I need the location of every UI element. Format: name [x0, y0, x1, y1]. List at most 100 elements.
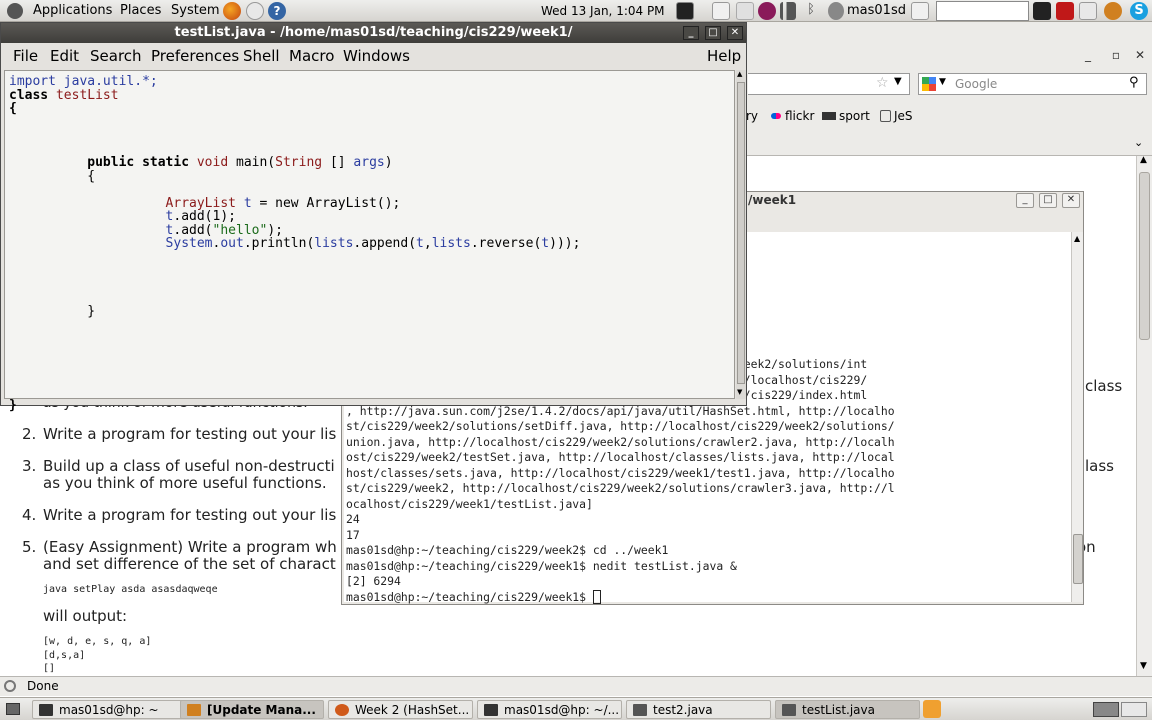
url-dropdown-icon[interactable]: ▼ — [894, 76, 902, 87]
terminal-scrollbar-thumb[interactable] — [1073, 534, 1083, 584]
search-icon[interactable]: ⚲ — [1129, 75, 1139, 90]
bookmark-star-icon[interactable]: ☆ — [876, 75, 889, 91]
scroll-up-icon[interactable]: ▲ — [737, 70, 742, 78]
system-menu[interactable]: System — [171, 3, 219, 18]
task-update-manager[interactable]: [Update Mana... — [180, 700, 324, 719]
item3-text-a: Build up a class of useful non-destructi — [43, 457, 335, 475]
menu-help[interactable]: Help — [707, 47, 741, 65]
terminal-close-icon[interactable]: ✕ — [1062, 193, 1080, 208]
terminal-maximize-icon[interactable]: □ — [1039, 193, 1057, 208]
term-line: st/cis229/week2, http://localhost/cis229… — [346, 481, 895, 495]
menu-macro[interactable]: Macro — [289, 47, 334, 65]
show-desktop-icon[interactable] — [6, 703, 20, 715]
bookmark-item[interactable]: ry — [746, 109, 758, 123]
code-line: import java.util.*; — [9, 74, 158, 89]
nedit-minimize-icon[interactable]: _ — [683, 26, 699, 40]
tab-list-icon[interactable]: ⌄ — [1134, 136, 1143, 149]
scroll-down-icon[interactable]: ▼ — [1140, 661, 1147, 671]
battery-icon — [676, 2, 694, 20]
nedit-window[interactable]: testList.java - /home/mas01sd/teaching/c… — [0, 22, 747, 412]
workspace-1[interactable] — [1093, 702, 1119, 717]
term-line: host/classes/sets.java, http://localhost… — [346, 465, 895, 480]
url-bar[interactable]: ☆ ▼ — [748, 73, 910, 95]
editor-scrollbar-thumb[interactable] — [737, 82, 745, 384]
menu-shell[interactable]: Shell — [243, 47, 280, 65]
example-output-3: [] — [43, 663, 56, 674]
bookmark-jes[interactable]: JeS — [894, 109, 913, 123]
nedit-close-icon[interactable]: ✕ — [727, 26, 743, 40]
code-editor[interactable]: import java.util.*; class testList{ publi… — [4, 70, 735, 412]
network-icon[interactable] — [736, 2, 754, 20]
media-icon[interactable] — [758, 2, 776, 20]
item3-text-b: as you think of more useful functions. — [43, 474, 327, 492]
close-icon[interactable]: ✕ — [1131, 48, 1149, 64]
minimize-icon[interactable]: _ — [1079, 48, 1097, 64]
bluetooth-icon[interactable]: ᛒ — [805, 2, 817, 20]
firefox-launcher-icon[interactable] — [223, 2, 241, 20]
editor-scrollbar[interactable]: ▲ ▼ — [736, 70, 746, 399]
tools-icon[interactable] — [1056, 2, 1074, 20]
scroll-down-icon[interactable]: ▼ — [737, 388, 742, 396]
clock[interactable]: Wed 13 Jan, 1:04 PM — [541, 4, 665, 18]
menu-search[interactable]: Search — [90, 47, 142, 65]
bookmark-sport[interactable]: sport — [839, 109, 870, 123]
terminal-icon[interactable] — [1033, 2, 1051, 20]
engine-dropdown-icon[interactable]: ▼ — [939, 77, 946, 87]
page-scrollbar[interactable]: ▲ ▼ — [1136, 155, 1152, 676]
item4-num: 4. — [22, 506, 37, 524]
update-manager-icon — [187, 704, 201, 716]
term-line: st/cis229/week2/solutions/setDiff.java, … — [346, 419, 895, 433]
task-test2-java[interactable]: test2.java — [626, 700, 771, 719]
task-firefox[interactable]: Week 2 (HashSet... — [328, 700, 473, 719]
update-notifier-icon[interactable] — [923, 700, 941, 718]
nedit-maximize-icon[interactable]: □ — [705, 26, 721, 40]
user-name[interactable]: mas01sd — [847, 3, 906, 18]
updates-icon[interactable] — [1104, 2, 1122, 20]
google-engine-icon[interactable] — [922, 77, 936, 91]
maximize-icon[interactable]: ▫ — [1107, 48, 1125, 64]
menu-preferences[interactable]: Preferences — [151, 47, 239, 65]
user-icon[interactable] — [828, 2, 844, 20]
menu-file[interactable]: File — [13, 47, 38, 65]
terminal-scrollbar[interactable]: ▲ — [1071, 232, 1083, 602]
bookmark-flickr[interactable]: flickr — [785, 109, 814, 123]
panel-search-input[interactable] — [936, 1, 1029, 21]
task-label: testList.java — [802, 703, 875, 717]
scroll-up-icon[interactable]: ▲ — [1140, 155, 1147, 165]
applications-menu[interactable]: Applications — [33, 3, 112, 18]
shutdown-icon[interactable] — [911, 2, 929, 20]
task-testlist-java[interactable]: testList.java — [775, 700, 920, 719]
scroll-up-icon[interactable]: ▲ — [1074, 234, 1080, 243]
code-line: public static void main(String [] args) — [87, 155, 393, 170]
mail-launcher-icon[interactable] — [246, 2, 264, 20]
top-panel: Applications Places System ? Wed 13 Jan,… — [0, 0, 1152, 22]
task-label: Week 2 (HashSet... — [355, 703, 470, 717]
foot-icon[interactable] — [7, 3, 23, 19]
menu-edit[interactable]: Edit — [50, 47, 79, 65]
skype-icon[interactable]: S — [1130, 2, 1148, 20]
bottom-panel: mas01sd@hp: ~ [Update Mana... Week 2 (Ha… — [0, 697, 1152, 720]
display-icon[interactable] — [712, 2, 730, 20]
places-menu[interactable]: Places — [120, 3, 161, 18]
workspace-2[interactable] — [1121, 702, 1147, 717]
example-command: java setPlay asda asasdaqweqe — [43, 584, 218, 595]
task-terminal-1[interactable]: mas01sd@hp: ~ — [32, 700, 192, 719]
nedit-menubar: File Edit Search Preferences Shell Macro… — [1, 43, 746, 68]
term-line: [2] 6294 — [346, 574, 401, 588]
scrollbar-thumb[interactable] — [1139, 172, 1150, 340]
google-search-box[interactable]: ▼ Google ⚲ — [918, 73, 1147, 95]
code-text: import java.util.*; class testList{ publi… — [9, 75, 580, 413]
menu-windows[interactable]: Windows — [343, 47, 410, 65]
term-prompt: mas01sd@hp:~/teaching/cis229/week1$ — [346, 589, 593, 604]
terminal-minimize-icon[interactable]: _ — [1016, 193, 1034, 208]
help-launcher-icon[interactable]: ? — [268, 2, 286, 20]
workspace-icon[interactable] — [1079, 2, 1097, 20]
term-prompt-line[interactable]: mas01sd@hp:~/teaching/cis229/week1$ — [346, 589, 895, 606]
nedit-title-bar[interactable]: testList.java - /home/mas01sd/teaching/c… — [1, 23, 746, 43]
item2-text: Write a program for testing out your lis — [43, 425, 337, 443]
task-terminal-2[interactable]: mas01sd@hp: ~/... — [477, 700, 622, 719]
